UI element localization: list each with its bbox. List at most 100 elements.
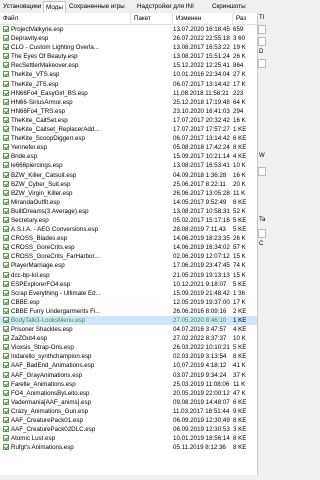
enabled-checkbox[interactable]: [3, 371, 9, 378]
mod-row[interactable]: A.S.I.A. - AEG Conversions.esp 28.08.2019…: [0, 225, 257, 234]
enabled-checkbox[interactable]: [3, 435, 9, 442]
tab-0[interactable]: Установщики: [1, 2, 43, 12]
enabled-checkbox[interactable]: [3, 171, 9, 178]
mod-row[interactable]: ESPExplorerFO4.esp 10.12.2021 9:18:07 5 KE: [0, 280, 257, 289]
enabled-checkbox[interactable]: [3, 116, 9, 123]
mod-row[interactable]: CROSS_GoreCrits_FarHarbor... 02.06.2019 1…: [0, 252, 257, 261]
mod-row[interactable]: CROSS_Blades.esp 14.06.2019 18:23:35 26 K: [0, 234, 257, 243]
mod-row[interactable]: ProjectValkyrie.esp 13.07.2020 16:18:45 65…: [0, 25, 257, 34]
enabled-checkbox[interactable]: [3, 235, 9, 242]
mod-row[interactable]: HN66Fo4_TRS.esp 23.10.2020 16:41:03 294: [0, 107, 257, 116]
mod-row[interactable]: FO4_AnimationsByLeito.esp 20.05.2019 22:0…: [0, 389, 257, 398]
mod-row[interactable]: Atomic Lust.esp 10.01.2019 18:56:14 8 KE: [0, 434, 257, 443]
mod-row[interactable]: HN66Fo4_EasyGirl_BS.esp 11.08.2018 11:58:…: [0, 89, 257, 98]
enabled-checkbox[interactable]: [3, 326, 9, 333]
mod-row[interactable]: Bride.esp 15.09.2017 10:21:14 4 KE: [0, 152, 257, 161]
enabled-checkbox[interactable]: [3, 244, 9, 251]
enabled-checkbox[interactable]: [3, 317, 9, 323]
mod-row[interactable]: MirandaOutfit.esp 14.05.2017 9:52:49 8 KE: [0, 198, 257, 207]
enabled-checkbox[interactable]: [3, 262, 9, 269]
enabled-checkbox[interactable]: [3, 407, 9, 414]
side-input-1[interactable]: [258, 25, 266, 34]
enabled-checkbox[interactable]: [3, 126, 9, 133]
mod-row[interactable]: The Eyes Of Beauty.esp 13.08.2017 15:51:2…: [0, 52, 257, 61]
enabled-checkbox[interactable]: [3, 107, 9, 114]
mod-row[interactable]: Secretary.esp 05.02.2017 15:17:16 5 KE: [0, 216, 257, 225]
mod-row[interactable]: Vioxsis_Strap-Ons.esp 26.03.2022 10:10:21…: [0, 343, 257, 352]
enabled-checkbox[interactable]: [3, 207, 9, 214]
mod-row[interactable]: TheKite_JTS.esp 06.07.2017 13:14:42 17 K: [0, 80, 257, 89]
mod-row[interactable]: TheKite_Caitset_ReplacerAdd... 17.07.2017…: [0, 125, 257, 134]
enabled-checkbox[interactable]: [3, 89, 9, 96]
mod-row[interactable]: BuiltDreams(3.Average).esp 13.08.2017 10:…: [0, 207, 257, 216]
enabled-checkbox[interactable]: [3, 26, 9, 32]
tab-3[interactable]: Надстройки для INI: [135, 2, 196, 12]
mod-row[interactable]: CBBE.esp 12.05.2019 19:37:00 17 K: [0, 298, 257, 307]
mod-row[interactable]: TheKite_ScoopDiggerr.esp 06.07.2017 13:14…: [0, 134, 257, 143]
mod-row[interactable]: TheKite_CaitSet.esp 17.07.2017 20:32:42 16…: [0, 116, 257, 125]
mod-row[interactable]: HN66-SiriusArmor.esp 25.12.2018 17:19:48 6…: [0, 98, 257, 107]
enabled-checkbox[interactable]: [3, 335, 9, 342]
enabled-checkbox[interactable]: [3, 271, 9, 278]
enabled-checkbox[interactable]: [3, 398, 9, 405]
enabled-checkbox[interactable]: [3, 216, 9, 223]
column-header-package[interactable]: Пакет: [131, 13, 173, 24]
enabled-checkbox[interactable]: [3, 44, 9, 51]
side-input-4[interactable]: [258, 167, 266, 176]
mod-row[interactable]: BodyTalk3-LooksMenu.esp 27.05.2020 8:46:1…: [0, 316, 257, 326]
enabled-checkbox[interactable]: [3, 98, 9, 105]
mod-row[interactable]: Farelle_Animations.esp 25.03.2019 11:08:0…: [0, 380, 257, 389]
mod-row[interactable]: AAF_BadEnd_Animations.esp 10.07.2019 4:18…: [0, 361, 257, 370]
column-header-size[interactable]: Раз: [233, 13, 257, 24]
enabled-checkbox[interactable]: [3, 71, 9, 78]
enabled-checkbox[interactable]: [3, 426, 9, 433]
enabled-checkbox[interactable]: [3, 189, 9, 196]
mod-row[interactable]: Crazy_Animations_Gun.esp 11.03.2017 18:51…: [0, 407, 257, 416]
mod-row[interactable]: Depravity.esp 26.07.2022 22:55:18 3 60: [0, 34, 257, 43]
enabled-checkbox[interactable]: [3, 80, 9, 87]
mod-row[interactable]: dcc-bp-lol.esp 21.05.2019 19:13:13 15 K: [0, 271, 257, 280]
mod-row[interactable]: AAF_CreaturePack01.esp 06.09.2019 12:30:4…: [0, 416, 257, 425]
column-header-file[interactable]: Файл: [0, 13, 131, 24]
enabled-checkbox[interactable]: [3, 380, 9, 387]
enabled-checkbox[interactable]: [3, 135, 9, 142]
enabled-checkbox[interactable]: [3, 35, 9, 42]
mod-row[interactable]: CLO - Custom Lighting Overla... 13.08.201…: [0, 43, 257, 52]
enabled-checkbox[interactable]: [3, 253, 9, 260]
enabled-checkbox[interactable]: [3, 226, 9, 233]
mod-row[interactable]: ZaZOut4.esp 27.02.2022 8:37:37 10 K: [0, 334, 257, 343]
enabled-checkbox[interactable]: [3, 344, 9, 351]
mod-row[interactable]: TheKite_VTS.esp 10.01.2016 22:34:04 27 K: [0, 70, 257, 79]
enabled-checkbox[interactable]: [3, 198, 9, 205]
side-input-5[interactable]: [258, 229, 266, 238]
mod-row[interactable]: Rufgt's Animations.esp 05.11.2019 8:12:36…: [0, 443, 257, 452]
enabled-checkbox[interactable]: [3, 144, 9, 151]
mod-row[interactable]: CBBE Furry Undergarments Fi... 26.06.2016…: [0, 307, 257, 316]
tab-4[interactable]: Скриншоты: [210, 2, 248, 12]
mod-row[interactable]: AAF_GrayAnimations.esp 03.07.2019 9:34:24…: [0, 371, 257, 380]
mod-row[interactable]: Vadermania[AAF_anims].esp 09.08.2019 14:4…: [0, 398, 257, 407]
side-input-3[interactable]: [258, 59, 266, 68]
mod-row[interactable]: Prisoner Shackles.esp 04.07.2016 3:47:57 4…: [0, 325, 257, 334]
enabled-checkbox[interactable]: [3, 389, 9, 396]
enabled-checkbox[interactable]: [3, 53, 9, 60]
mod-row[interactable]: Indarello_synthchampion.esp 02.03.2019 3:…: [0, 352, 257, 361]
enabled-checkbox[interactable]: [3, 289, 9, 296]
mod-row[interactable]: le666piercings.esp 13.08.2017 16:53:41 10 …: [0, 161, 257, 170]
enabled-checkbox[interactable]: [3, 353, 9, 360]
mod-row[interactable]: CROSS_GoreCrits.esp 14.06.2019 16:34:02 57…: [0, 243, 257, 252]
enabled-checkbox[interactable]: [3, 298, 9, 305]
side-input-2[interactable]: [258, 37, 266, 46]
enabled-checkbox[interactable]: [3, 162, 9, 169]
mod-row[interactable]: AAF_CreaturePack02DLC.esp 06.09.2019 12:3…: [0, 425, 257, 434]
enabled-checkbox[interactable]: [3, 280, 9, 287]
enabled-checkbox[interactable]: [3, 62, 9, 69]
enabled-checkbox[interactable]: [3, 417, 9, 424]
mod-row[interactable]: Scrap Everything - Ultimate Ed... 15.09.2…: [0, 289, 257, 298]
mod-row[interactable]: BZW_Virgin_Killer.esp 26.06.2017 13:05:28…: [0, 189, 257, 198]
enabled-checkbox[interactable]: [3, 362, 9, 369]
column-header-modified[interactable]: Изменен: [173, 13, 233, 24]
mod-row[interactable]: PlayerMarriage.esp 17.06.2019 23:47:45 74 …: [0, 261, 257, 270]
tab-2[interactable]: Сохраненные игры: [67, 2, 127, 12]
enabled-checkbox[interactable]: [3, 180, 9, 187]
